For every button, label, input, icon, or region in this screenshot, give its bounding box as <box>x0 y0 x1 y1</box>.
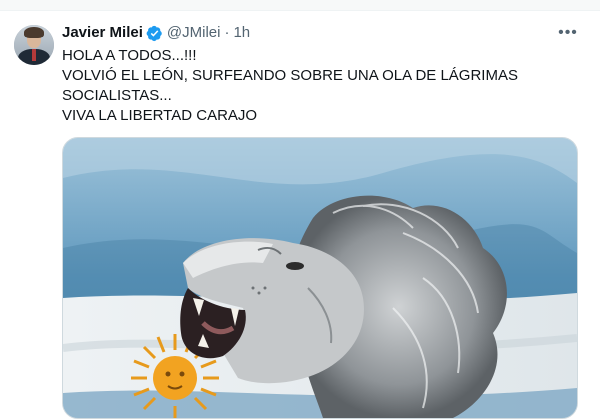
tweet-header: Javier Milei @JMilei · 1h <box>62 23 250 43</box>
tweet[interactable]: Javier Milei @JMilei · 1h ••• HOLA A TOD… <box>0 11 600 419</box>
author-handle[interactable]: @JMilei <box>167 23 221 43</box>
separator-dot: · <box>224 24 230 41</box>
tweet-text-line: VIVA LA LIBERTAD CARAJO <box>62 107 258 124</box>
tweet-text-line: VOLVIÓ EL LEÓN, SURFEANDO SOBRE UNA OLA … <box>62 67 518 84</box>
tweet-timestamp[interactable]: 1h <box>233 23 250 43</box>
tweet-text-line: SOCIALISTAS... <box>62 87 172 104</box>
tweet-text: HOLA A TODOS...!!! VOLVIÓ EL LEÓN, SURFE… <box>62 46 582 126</box>
lion-flag-illustration <box>63 138 577 418</box>
avatar[interactable] <box>14 25 54 65</box>
more-options-icon[interactable]: ••• <box>558 23 578 43</box>
tweet-text-line: HOLA A TODOS...!!! <box>62 47 197 64</box>
author-name[interactable]: Javier Milei <box>62 23 143 43</box>
timeline-divider <box>0 0 600 11</box>
tweet-image[interactable] <box>62 137 578 419</box>
verified-badge-icon <box>146 25 162 41</box>
